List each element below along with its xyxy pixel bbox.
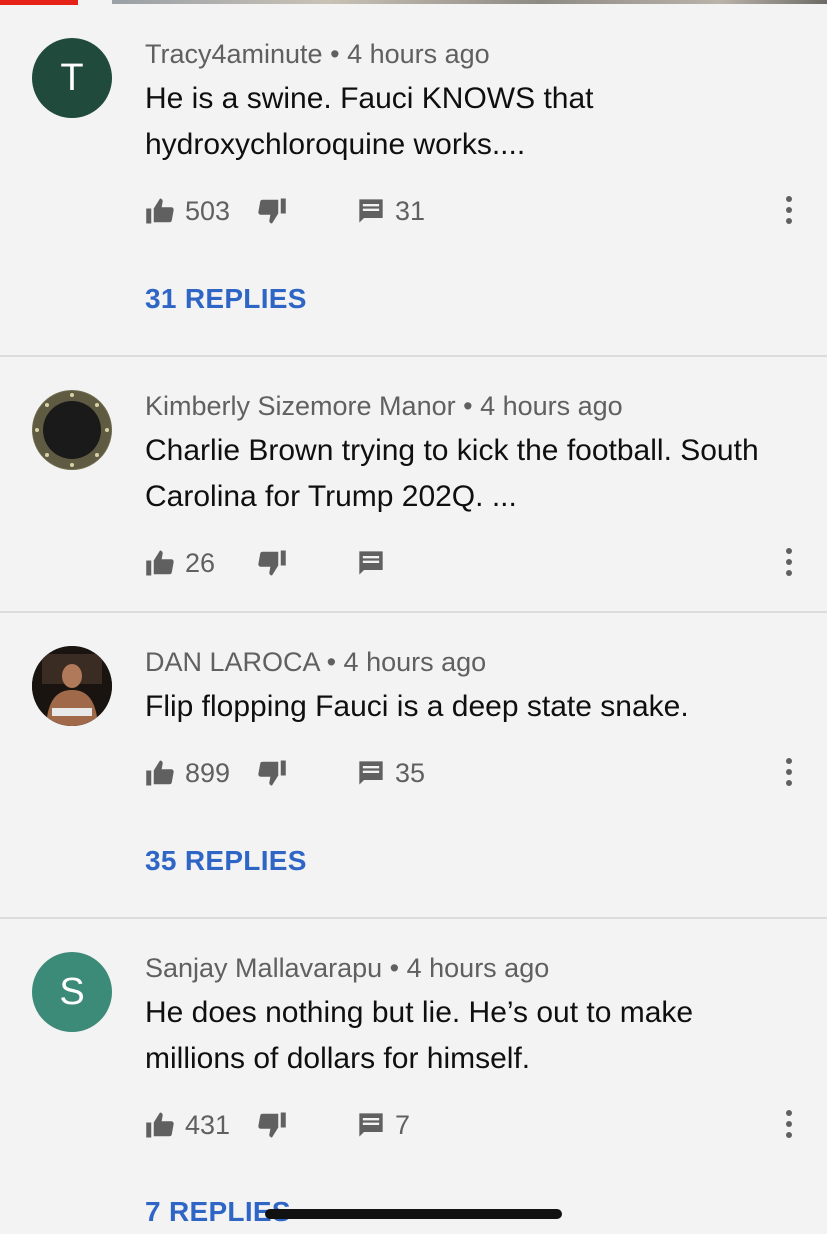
comment-text: He is a swine. Fauci KNOWS that hydroxyc…	[145, 82, 594, 161]
separator: •	[389, 953, 400, 983]
avatar-letter: S	[59, 970, 85, 1013]
reply-icon	[357, 549, 385, 577]
view-replies-link[interactable]: 31 REPLIES	[145, 283, 307, 315]
separator: •	[463, 391, 473, 421]
more-vert-icon[interactable]	[783, 547, 795, 577]
thumbs-down-icon	[257, 1111, 287, 1139]
author-name[interactable]: DAN LAROCA	[145, 647, 319, 677]
comment-text: Flip flopping Fauci is a deep state snak…	[145, 690, 689, 723]
timestamp: 4 hours ago	[480, 391, 623, 421]
home-indicator[interactable]	[265, 1209, 562, 1219]
dislike-button[interactable]	[257, 191, 287, 231]
like-button[interactable]: 899	[145, 753, 230, 793]
comment-meta: Tracy4aminute • 4 hours ago	[145, 39, 490, 70]
comment-actions: 503 31	[145, 191, 815, 231]
avatar[interactable]	[32, 646, 112, 726]
separator: •	[330, 39, 340, 69]
avatar[interactable]: S	[32, 952, 112, 1032]
more-vert-icon[interactable]	[783, 195, 795, 225]
reply-count: 7	[395, 1109, 411, 1140]
like-button[interactable]: 503	[145, 191, 230, 231]
author-name[interactable]: Tracy4aminute	[145, 39, 323, 69]
separator: •	[326, 647, 337, 677]
avatar[interactable]	[32, 390, 112, 470]
dislike-button[interactable]	[257, 1105, 287, 1145]
thumbs-down-icon	[257, 549, 287, 577]
divider	[0, 611, 827, 613]
thumbs-up-icon	[145, 549, 175, 577]
like-count: 899	[185, 757, 231, 788]
video-strip	[0, 0, 827, 6]
timestamp: 4 hours ago	[343, 647, 487, 677]
comment-actions: 26	[145, 543, 815, 583]
comment-actions: 431 7	[145, 1105, 815, 1145]
reply-button[interactable]: 35	[357, 753, 425, 793]
like-count: 26	[185, 547, 216, 578]
timestamp: 4 hours ago	[347, 39, 490, 69]
comment-meta: Kimberly Sizemore Manor • 4 hours ago	[145, 391, 623, 422]
progress-bar	[0, 0, 78, 5]
reply-count: 31	[395, 195, 426, 226]
reply-button[interactable]	[357, 543, 385, 583]
reply-icon	[357, 197, 385, 225]
thumbnail-edge	[112, 0, 827, 4]
comment-actions: 899 35	[145, 753, 815, 793]
dislike-button[interactable]	[257, 753, 287, 793]
comment-text: He does nothing but lie. He’s out to mak…	[145, 996, 694, 1075]
like-button[interactable]: 431	[145, 1105, 230, 1145]
reply-button[interactable]: 31	[357, 191, 425, 231]
thumbs-down-icon	[257, 759, 287, 787]
more-vert-icon[interactable]	[783, 757, 795, 787]
reply-count: 35	[395, 757, 426, 788]
comment-meta: DAN LAROCA • 4 hours ago	[145, 647, 486, 678]
thumbs-down-icon	[257, 197, 287, 225]
like-count: 431	[185, 1109, 231, 1140]
reply-icon	[357, 759, 385, 787]
comments-page: T Tracy4aminute • 4 hours ago He is a sw…	[0, 0, 827, 1234]
thumbs-up-icon	[145, 759, 175, 787]
reply-button[interactable]: 7	[357, 1105, 410, 1145]
avatar[interactable]: T	[32, 38, 112, 118]
divider	[0, 355, 827, 357]
dislike-button[interactable]	[257, 543, 287, 583]
like-count: 503	[185, 195, 231, 226]
author-name[interactable]: Sanjay Mallavarapu	[145, 953, 382, 983]
timestamp: 4 hours ago	[406, 953, 550, 983]
profile-photo	[32, 646, 112, 726]
thumbs-up-icon	[145, 1111, 175, 1139]
comment-meta: Sanjay Mallavarapu • 4 hours ago	[145, 953, 549, 984]
author-name[interactable]: Kimberly Sizemore Manor	[145, 391, 456, 421]
badge-image	[33, 391, 111, 469]
like-button[interactable]: 26	[145, 543, 215, 583]
comment-text: Charlie Brown trying to kick the footbal…	[145, 434, 759, 513]
avatar-letter: T	[60, 56, 84, 99]
thumbs-up-icon	[145, 197, 175, 225]
view-replies-link[interactable]: 35 REPLIES	[145, 845, 307, 877]
reply-icon	[357, 1111, 385, 1139]
divider	[0, 917, 827, 919]
more-vert-icon[interactable]	[783, 1109, 795, 1139]
